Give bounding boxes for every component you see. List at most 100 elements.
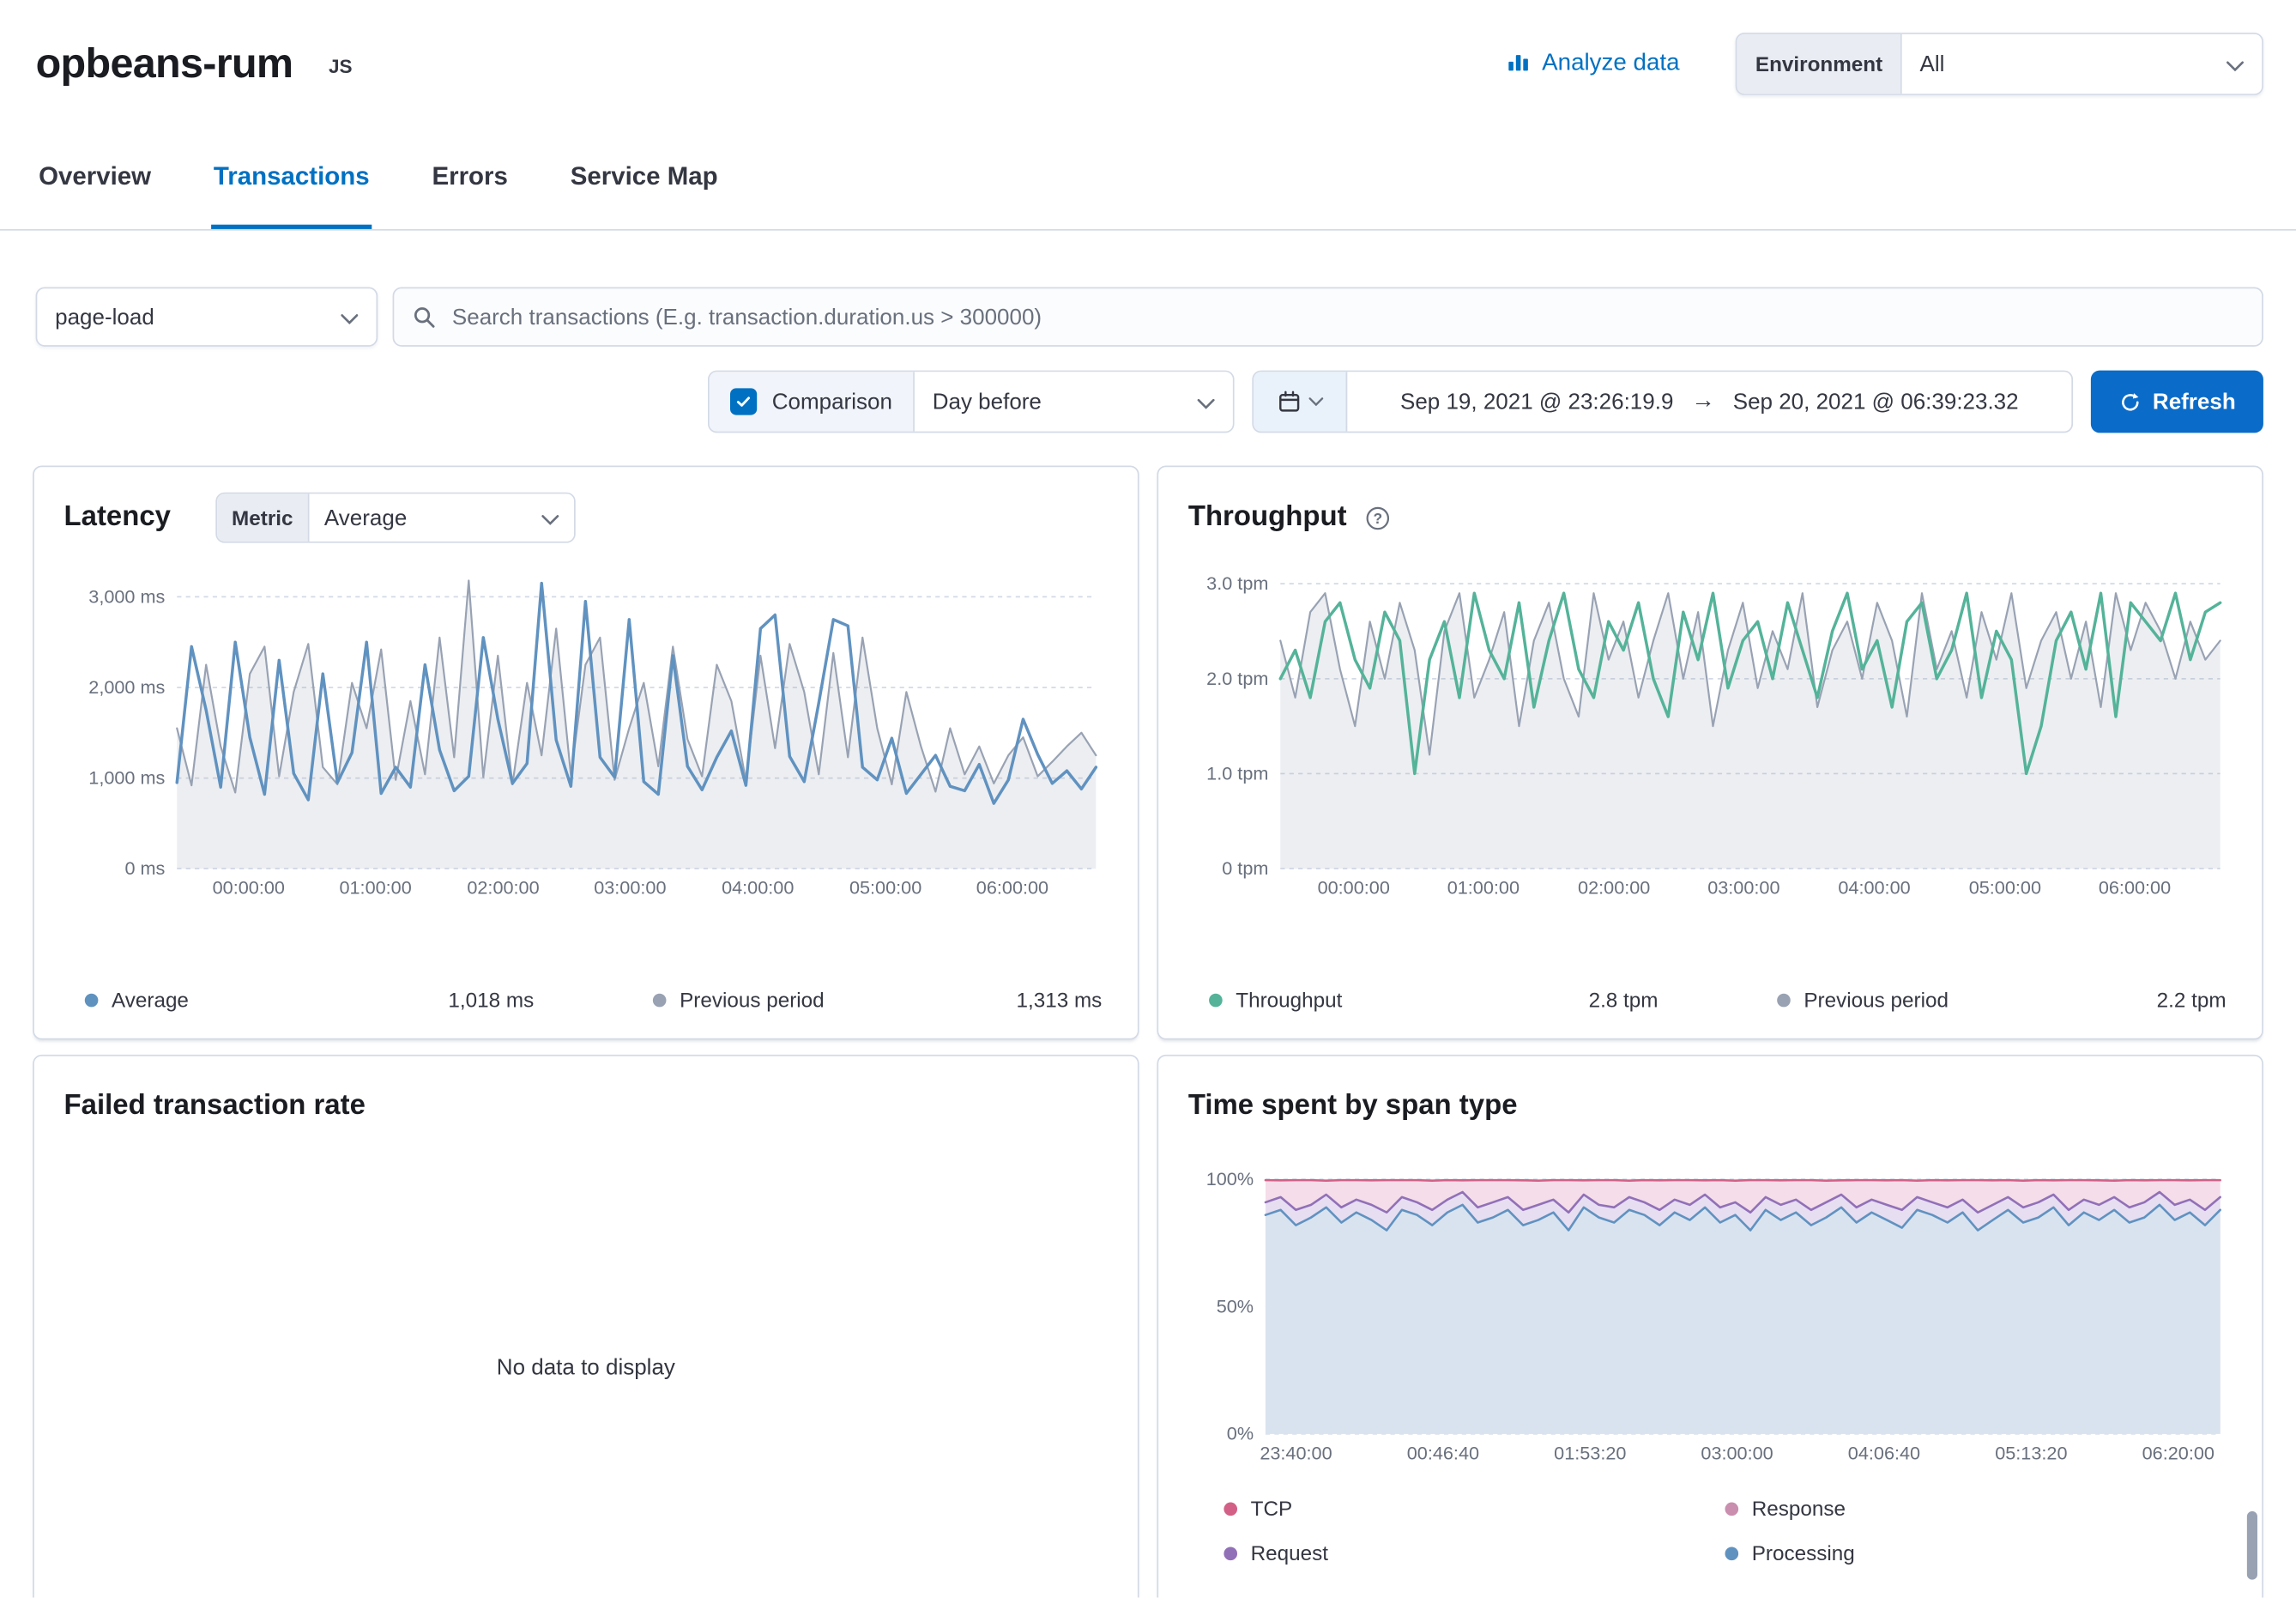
legend-label: Processing xyxy=(1752,1541,1855,1565)
svg-text:03:00:00: 03:00:00 xyxy=(1707,877,1779,899)
date-picker: Sep 19, 2021 @ 23:26:19.9 → Sep 20, 2021… xyxy=(1252,371,2073,433)
legend-value: 1,313 ms xyxy=(1016,988,1102,1012)
svg-text:00:00:00: 00:00:00 xyxy=(213,877,285,899)
svg-text:3.0 tpm: 3.0 tpm xyxy=(1206,572,1268,594)
comparison-label: Comparison xyxy=(772,390,892,415)
legend-dot xyxy=(1725,1547,1739,1560)
chevron-down-icon xyxy=(2227,51,2245,76)
legend-item-previous-period[interactable]: Previous period 1,313 ms xyxy=(653,988,1102,1012)
span-type-chart[interactable]: 0%50%100%23:40:0000:46:4001:53:2003:00:0… xyxy=(1182,1154,2239,1469)
comparison-group: Comparison Day before xyxy=(708,371,1234,433)
svg-text:06:00:00: 06:00:00 xyxy=(976,877,1048,899)
comparison-checkbox[interactable] xyxy=(730,389,757,415)
latency-metric-select[interactable]: Average xyxy=(310,494,575,542)
svg-text:00:00:00: 00:00:00 xyxy=(1318,877,1390,899)
comparison-period-select[interactable]: Day before xyxy=(913,372,1233,432)
span-type-panel-header: Time spent by span type xyxy=(1188,1080,2239,1134)
svg-text:50%: 50% xyxy=(1217,1296,1254,1317)
legend-item-previous-period[interactable]: Previous period 2.2 tpm xyxy=(1777,988,2226,1012)
date-start-button[interactable]: Sep 19, 2021 @ 23:26:19.9 xyxy=(1400,390,1673,415)
throughput-legend: Throughput 2.8 tpm Previous period 2.2 t… xyxy=(1182,988,2239,1018)
legend-dot xyxy=(85,993,99,1007)
chevron-down-icon xyxy=(541,505,559,530)
tab-overview[interactable]: Overview xyxy=(36,160,154,229)
svg-text:2,000 ms: 2,000 ms xyxy=(88,676,165,698)
svg-text:02:00:00: 02:00:00 xyxy=(467,877,539,899)
svg-text:0 ms: 0 ms xyxy=(124,858,165,880)
panels-grid: Latency Metric Average 0 ms 1,000 ms 2,000… xyxy=(0,466,2296,1598)
svg-text:02:00:00: 02:00:00 xyxy=(1578,877,1650,899)
svg-text:23:40:00: 23:40:00 xyxy=(1260,1443,1332,1464)
environment-control: Environment All xyxy=(1736,33,2263,95)
legend-dot xyxy=(1725,1502,1739,1516)
throughput-panel-header: Throughput ? xyxy=(1188,491,2239,544)
tab-errors[interactable]: Errors xyxy=(429,160,511,229)
environment-label: Environment xyxy=(1737,34,1902,94)
legend-label: Request xyxy=(1251,1541,1328,1565)
latency-title: Latency xyxy=(64,502,171,535)
page-title: opbeans-rum xyxy=(36,39,293,88)
date-end-button[interactable]: Sep 20, 2021 @ 06:39:23.32 xyxy=(1733,390,2019,415)
legend-item-processing[interactable]: Processing xyxy=(1725,1541,2227,1565)
transaction-type-select[interactable]: page-load xyxy=(36,288,378,347)
bar-chart-icon xyxy=(1507,48,1531,79)
svg-text:05:00:00: 05:00:00 xyxy=(849,877,921,899)
legend-value: 2.8 tpm xyxy=(1589,988,1659,1012)
legend-item-average[interactable]: Average 1,018 ms xyxy=(85,988,534,1012)
no-data-message: No data to display xyxy=(58,1134,1115,1597)
latency-panel: Latency Metric Average 0 ms 1,000 ms 2,000… xyxy=(33,466,1139,1040)
apm-service-page: opbeans-rum JS Analyze data Environment … xyxy=(0,0,2296,1597)
svg-text:06:20:00: 06:20:00 xyxy=(2142,1443,2214,1464)
svg-text:06:00:00: 06:00:00 xyxy=(2099,877,2171,899)
environment-select[interactable]: All xyxy=(1902,34,2262,94)
legend-label: Previous period xyxy=(680,988,825,1012)
latency-metric-control: Metric Average xyxy=(215,493,576,543)
svg-text:0%: 0% xyxy=(1227,1423,1254,1444)
latency-metric-value: Average xyxy=(324,505,407,530)
legend-item-response[interactable]: Response xyxy=(1725,1497,2227,1521)
svg-text:04:06:40: 04:06:40 xyxy=(1848,1443,1920,1464)
svg-text:05:00:00: 05:00:00 xyxy=(1969,877,2041,899)
analyze-data-label: Analyze data xyxy=(1542,51,1679,77)
throughput-panel: Throughput ? 0 tpm1.0 tpm2.0 tpm3.0 tpm0… xyxy=(1157,466,2263,1040)
svg-text:1.0 tpm: 1.0 tpm xyxy=(1206,763,1268,784)
search-transactions-input[interactable] xyxy=(449,303,2262,331)
latency-chart[interactable]: 0 ms1,000 ms2,000 ms3,000 ms00:00:0001:0… xyxy=(58,560,1115,905)
legend-item-request[interactable]: Request xyxy=(1224,1541,1725,1565)
chevron-down-icon xyxy=(1308,397,1322,406)
search-transactions-box xyxy=(393,288,2263,347)
throughput-chart[interactable]: 0 tpm1.0 tpm2.0 tpm3.0 tpm00:00:0001:00:… xyxy=(1182,560,2239,905)
comparison-checkbox-wrap[interactable]: Comparison xyxy=(710,372,913,432)
legend-item-tcp[interactable]: TCP xyxy=(1224,1497,1725,1521)
date-quick-select-button[interactable] xyxy=(1254,372,1347,432)
legend-scrollbar[interactable] xyxy=(2247,1511,2257,1580)
svg-text:01:00:00: 01:00:00 xyxy=(1447,877,1520,899)
date-range: Sep 19, 2021 @ 23:26:19.9 → Sep 20, 2021… xyxy=(1347,372,2071,432)
svg-text:1,000 ms: 1,000 ms xyxy=(88,767,165,789)
svg-text:01:53:20: 01:53:20 xyxy=(1554,1443,1626,1464)
svg-text:?: ? xyxy=(1373,509,1382,526)
tab-service-map[interactable]: Service Map xyxy=(567,160,721,229)
legend-label: Throughput xyxy=(1236,988,1342,1012)
legend-dot xyxy=(1209,993,1223,1007)
svg-text:100%: 100% xyxy=(1206,1168,1254,1189)
svg-text:2.0 tpm: 2.0 tpm xyxy=(1206,668,1268,689)
help-icon[interactable]: ? xyxy=(1364,505,1389,530)
legend-dot xyxy=(1777,993,1791,1007)
transaction-type-value: page-load xyxy=(55,305,154,330)
environment-value: All xyxy=(1920,51,1945,76)
chevron-down-icon xyxy=(1197,390,1215,415)
legend-item-throughput[interactable]: Throughput 2.8 tpm xyxy=(1209,988,1658,1012)
tab-transactions[interactable]: Transactions xyxy=(210,160,372,229)
svg-text:04:00:00: 04:00:00 xyxy=(722,877,794,899)
span-type-title: Time spent by span type xyxy=(1188,1091,1518,1123)
time-spent-by-span-type-panel: Time spent by span type 0% 50% 100% 23:40:0… xyxy=(1157,1055,2263,1597)
analyze-data-link[interactable]: Analyze data xyxy=(1507,48,1680,79)
refresh-button[interactable]: Refresh xyxy=(2091,371,2263,433)
svg-text:04:00:00: 04:00:00 xyxy=(1838,877,1910,899)
legend-label: Response xyxy=(1752,1497,1846,1521)
legend-label: Average xyxy=(112,988,189,1012)
time-controls-row: Comparison Day before Sep 19, 2021 @ 23:… xyxy=(0,371,2296,433)
svg-text:01:00:00: 01:00:00 xyxy=(339,877,411,899)
legend-dot xyxy=(1224,1547,1237,1560)
